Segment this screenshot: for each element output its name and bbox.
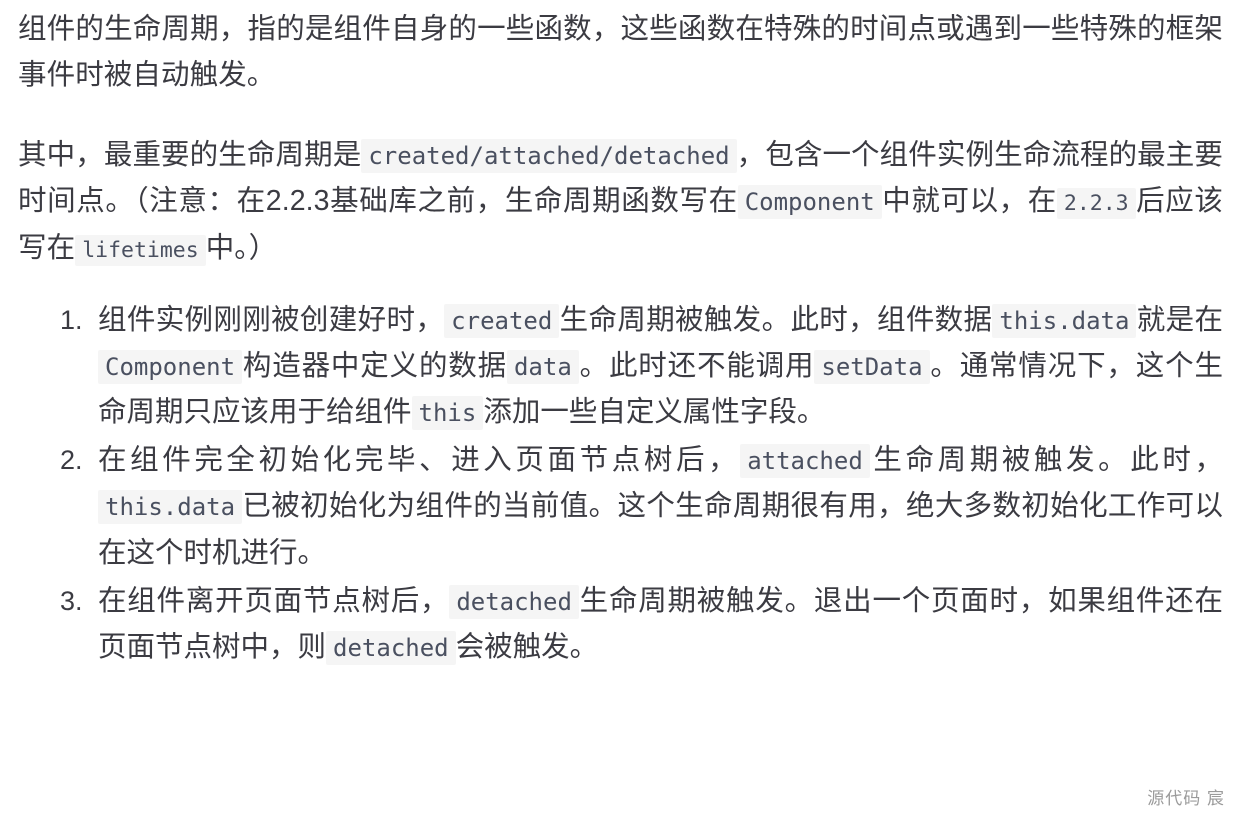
text-run: 组件的生命周期，指的是组件自身的一些函数，这些函数在特殊的时间点或遇到一些特殊的… [18,13,1223,92]
text-run: 会被触发。 [455,630,599,663]
text-run: 已被初始化为组件的当前值。这个生命周期很有用，绝大多数初始化工作可以在这个时机进… [98,490,1223,569]
inline-code: this [411,396,484,431]
text-run: 生命周期被触发。此时， [869,444,1223,477]
text-run: 生命周期被触发。此时，组件数据 [559,303,993,336]
text-run: 其中，最重要的生命周期是 [18,139,362,172]
list-item-text: 组件实例刚刚被创建好时，created生命周期被触发。此时，组件数据this.d… [98,297,1223,435]
inline-code: Component [737,185,882,220]
inline-code: this.data [98,490,243,525]
text-run: 在组件完全初始化完毕、进入页面节点树后， [98,444,741,477]
text-run: 组件实例刚刚被创建好时， [98,303,445,336]
inline-code: Component [98,349,243,384]
inline-code: detached [326,630,456,665]
inline-code: detached [449,584,579,619]
watermark: 源代码 宸 [1147,789,1225,808]
list-item: 组件实例刚刚被创建好时，created生命周期被触发。此时，组件数据this.d… [90,297,1223,435]
inline-code: attached [740,444,870,479]
paragraph-intro: 组件的生命周期，指的是组件自身的一些函数，这些函数在特殊的时间点或遇到一些特殊的… [18,6,1223,98]
text-run: 在组件离开页面节点树后， [98,584,450,617]
inline-code: created/attached/detached [361,139,737,174]
inline-code: 2.2.3 [1056,188,1136,220]
inline-code: setData [814,349,930,384]
list-item-text: 在组件完全初始化完毕、进入页面节点树后，attached生命周期被触发。此时， t… [98,437,1223,575]
text-run: 添加一些自定义属性字段。 [483,396,826,429]
inline-code: data [506,349,579,384]
list-item: 在组件离开页面节点树后，detached生命周期被触发。退出一个页面时，如果组件… [90,578,1223,670]
list-item-text: 在组件离开页面节点树后，detached生命周期被触发。退出一个页面时，如果组件… [98,578,1223,670]
inline-code: this.data [992,303,1137,338]
text-run: 构造器中定义的数据 [242,349,507,382]
text-run: 中就可以，在 [881,185,1057,218]
document-body: 组件的生命周期，指的是组件自身的一些函数，这些函数在特殊的时间点或遇到一些特殊的… [0,0,1241,670]
text-run: 。此时还不能调用 [578,349,815,382]
inline-code: created [444,303,560,338]
text-run: 就是在 [1136,303,1223,336]
paragraph-most-important: 其中，最重要的生命周期是 created/attached/detached ，包含… [18,132,1223,270]
lifecycle-list: 组件实例刚刚被创建好时，created生命周期被触发。此时，组件数据this.d… [18,297,1223,670]
list-item: 在组件完全初始化完毕、进入页面节点树后，attached生命周期被触发。此时， t… [90,437,1223,575]
text-run: 中。） [205,231,278,264]
inline-code: lifetimes [75,234,206,266]
